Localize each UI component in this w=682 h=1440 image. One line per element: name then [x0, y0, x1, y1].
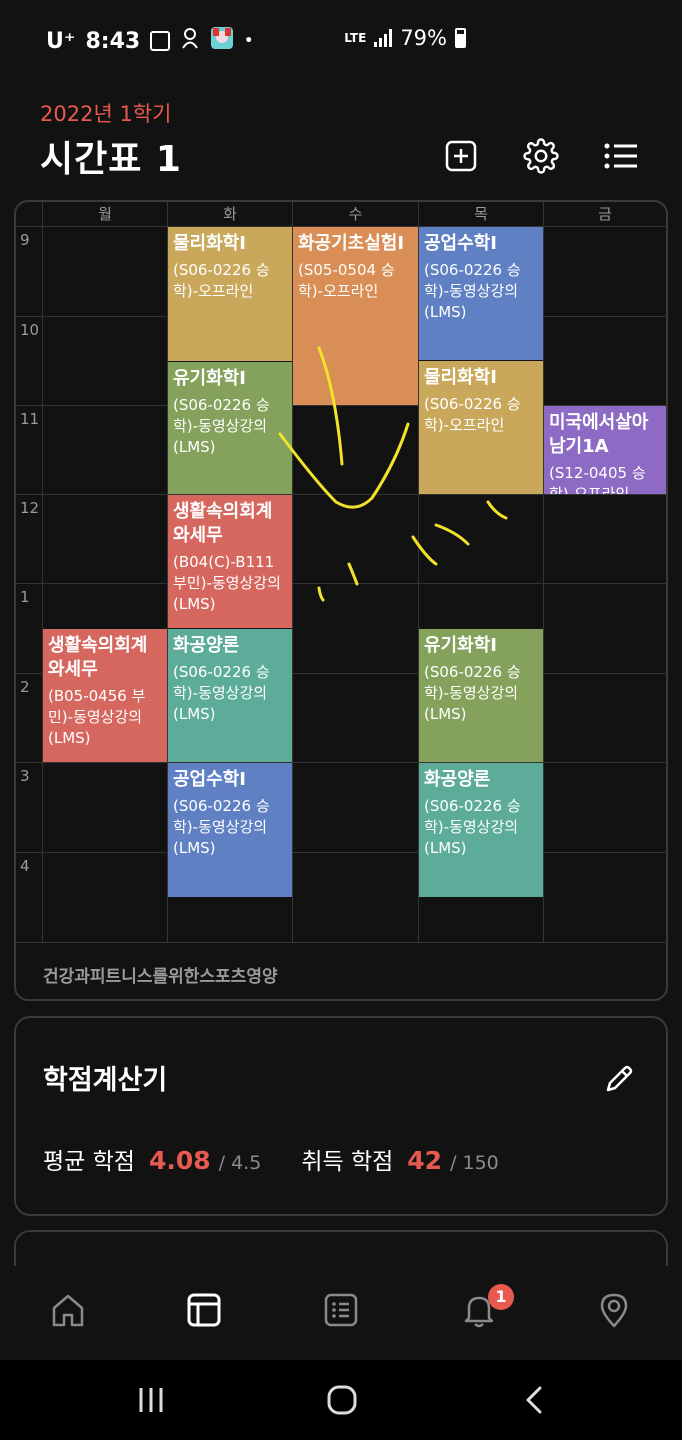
- course-block[interactable]: 화공양론 (S06-0226 승학)-동영상강의(LMS): [168, 629, 292, 762]
- grade-calculator-card[interactable]: 학점계산기 평균 학점 4.08 / 4.5 취득 학점 42 / 150: [14, 1016, 668, 1216]
- location-icon: [600, 1293, 628, 1328]
- course-location: (S06-0226 승학)-동영상강의(LMS): [173, 797, 270, 857]
- timetable-icon: [187, 1293, 221, 1327]
- battery-icon: [455, 28, 466, 48]
- edit-grades-button[interactable]: [602, 1062, 636, 1096]
- course-location: (B05-0456 부민)-동영상강의(LMS): [48, 687, 146, 747]
- carrier-label: U⁺: [46, 28, 76, 54]
- course-name: 화공양론: [424, 769, 491, 790]
- course-block[interactable]: 화공양론 (S06-0226 승학)-동영상강의(LMS): [419, 763, 543, 897]
- course-block[interactable]: 생활속의회계와세무 (B05-0456 부민)-동영상강의(LMS): [43, 629, 167, 762]
- avatar-notification-icon: [210, 26, 234, 56]
- more-notifications-dot: •: [244, 33, 254, 49]
- grid-line: [16, 852, 666, 853]
- credits-max: / 150: [450, 1152, 499, 1174]
- unscheduled-course[interactable]: 건강과피트니스를위한스포츠영양: [43, 962, 278, 987]
- grade-summary: 평균 학점 4.08 / 4.5 취득 학점 42 / 150: [43, 1142, 499, 1176]
- lte-indicator: LTE: [344, 31, 367, 45]
- gallery-icon: [150, 31, 171, 51]
- course-name: 유기화학I: [424, 635, 497, 656]
- bottom-navigation: [0, 1266, 682, 1360]
- handwritten-annotation: [278, 346, 508, 602]
- pencil-icon: [606, 1065, 633, 1092]
- gpa-value: 4.08: [148, 1146, 211, 1175]
- recent-apps-icon: [139, 1388, 163, 1412]
- credits-value: 42: [407, 1146, 443, 1175]
- list-icon: [604, 143, 637, 169]
- list-icon: [324, 1293, 358, 1327]
- hour-label-2: 2: [20, 678, 30, 696]
- hour-label-4: 4: [20, 857, 30, 875]
- course-name: 공업수학I: [173, 769, 246, 790]
- gpa-max: / 4.5: [218, 1152, 262, 1174]
- status-right: LTE 79%: [344, 26, 466, 50]
- nav-campus[interactable]: [590, 1286, 638, 1334]
- course-block[interactable]: 공업수학I (S06-0226 승학)-동영상강의(LMS): [168, 763, 292, 897]
- nav-home[interactable]: [44, 1286, 92, 1334]
- timetable-list-button[interactable]: [601, 136, 641, 176]
- home-system-button[interactable]: [322, 1380, 362, 1420]
- home-circle-icon: [327, 1385, 357, 1415]
- status-bar: U⁺ 8:43 • LTE 79%: [0, 0, 682, 80]
- gear-icon: [523, 138, 559, 174]
- status-left: U⁺ 8:43 •: [46, 26, 253, 56]
- home-icon: [52, 1294, 84, 1327]
- semester-label[interactable]: 2022년 1학기: [40, 98, 171, 128]
- credits-label: 취득 학점: [301, 1149, 394, 1175]
- grid-line: [16, 762, 666, 763]
- back-button[interactable]: [514, 1380, 554, 1420]
- course-name: 화공양론: [173, 635, 240, 656]
- signal-icon: [374, 29, 393, 47]
- system-navigation-bar: [0, 1360, 682, 1440]
- hour-label-3: 3: [20, 767, 30, 785]
- timetable-grid[interactable]: 월 화 수 목 금 9 10 11 12 1 2 3 4 물리화학I (S06-…: [14, 200, 668, 1001]
- app-notification-icon: [180, 27, 200, 55]
- notification-badge: 1: [488, 1284, 514, 1310]
- grade-calculator-title: 학점계산기: [43, 1065, 168, 1096]
- page-title[interactable]: 시간표 1: [40, 130, 182, 182]
- clock: 8:43: [85, 28, 141, 54]
- course-location: (S06-0226 승학)-동영상강의(LMS): [424, 663, 521, 723]
- recent-apps-button[interactable]: [131, 1380, 171, 1420]
- nav-timetable[interactable]: [180, 1286, 228, 1334]
- battery-percent: 79%: [400, 26, 447, 50]
- course-location: (S06-0226 승학)-동영상강의(LMS): [424, 797, 521, 857]
- course-name: 생활속의회계와세무: [48, 635, 148, 680]
- course-block[interactable]: 유기화학I (S06-0226 승학)-동영상강의(LMS): [419, 629, 543, 762]
- course-location: (S06-0226 승학)-동영상강의(LMS): [173, 663, 270, 723]
- add-square-icon: [445, 140, 477, 172]
- chevron-left-icon: [526, 1386, 542, 1414]
- gpa-label: 평균 학점: [43, 1149, 135, 1175]
- settings-button[interactable]: [521, 136, 561, 176]
- nav-board[interactable]: [317, 1286, 365, 1334]
- add-timetable-button[interactable]: [441, 136, 481, 176]
- grid-line: [16, 942, 666, 943]
